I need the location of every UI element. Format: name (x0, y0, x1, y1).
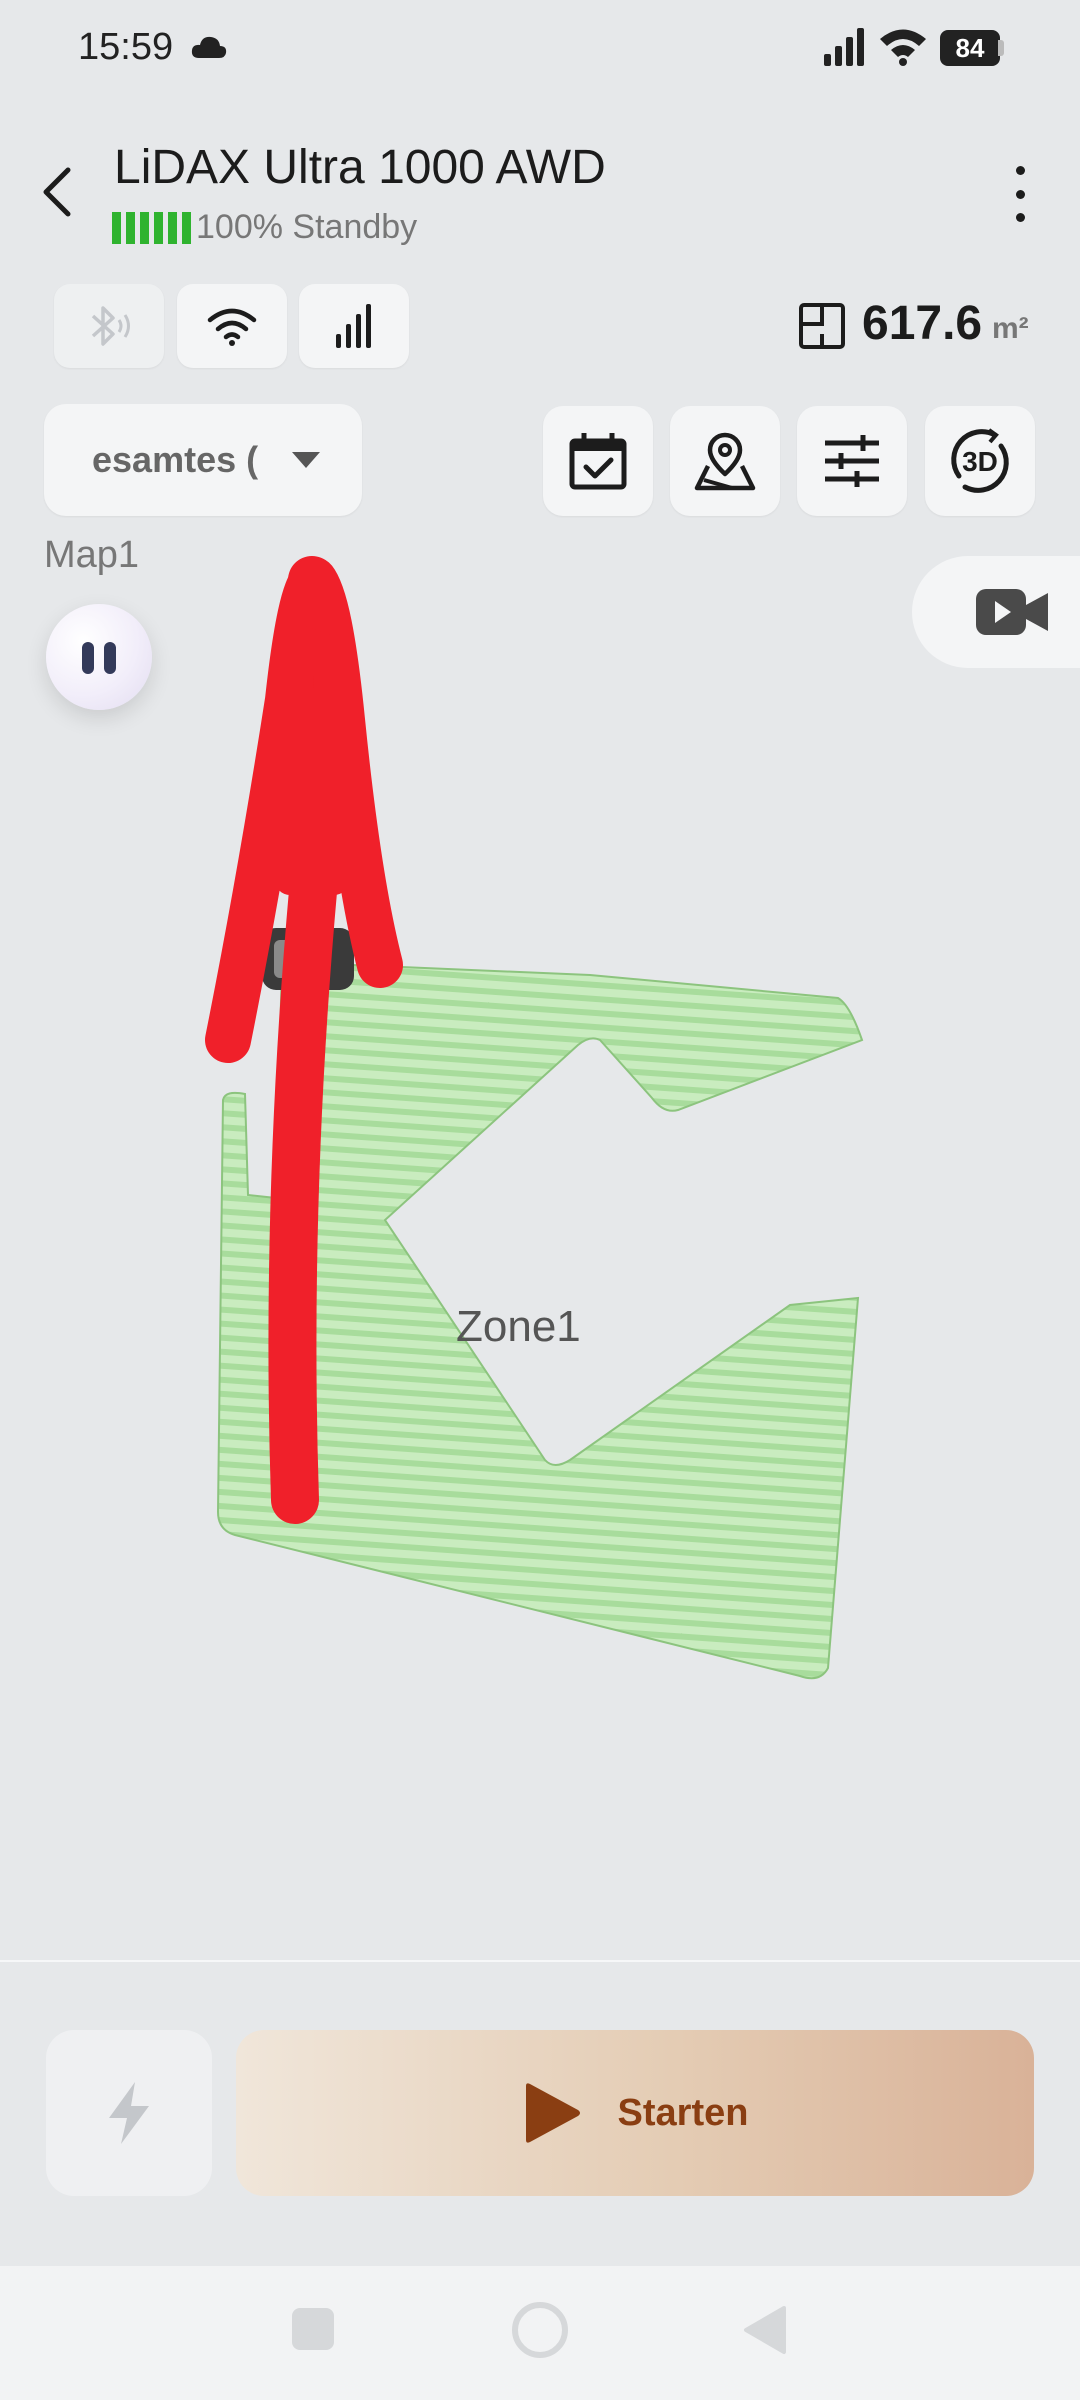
cellular-icon (336, 304, 371, 348)
battery-bar (182, 212, 191, 244)
start-mowing-button[interactable]: Starten (236, 2030, 1034, 2196)
wifi-icon (880, 29, 926, 66)
battery-bar (168, 212, 177, 244)
map-location-button[interactable] (670, 406, 780, 516)
battery-level-indicator (112, 212, 191, 244)
back-button[interactable] (40, 160, 84, 224)
battery-bar (154, 212, 163, 244)
avatar-eye (82, 642, 94, 674)
system-back-button[interactable] (740, 2304, 790, 2356)
assistant-avatar-button[interactable] (46, 604, 152, 710)
cloud-icon (191, 36, 227, 58)
mowing-area-unit: m² (992, 312, 1029, 345)
view-3d-button[interactable]: 3D (925, 406, 1035, 516)
rotate-3d-icon: 3D (951, 428, 1009, 493)
wifi-icon (207, 308, 257, 346)
bluetooth-status-button[interactable] (54, 284, 164, 368)
chevron-down-icon (292, 452, 320, 468)
calendar-check-icon (569, 433, 627, 490)
lightning-icon (109, 2082, 149, 2144)
device-title: LiDAX Ultra 1000 AWD (114, 141, 606, 194)
schedule-button[interactable] (543, 406, 653, 516)
dot (1015, 189, 1025, 199)
avatar-eye (104, 642, 116, 674)
dot (1015, 166, 1025, 175)
cellular-signal-icon (824, 28, 864, 66)
svg-text:3D: 3D (962, 446, 998, 477)
battery-bar (112, 212, 121, 244)
battery-icon: 84 (940, 30, 1000, 66)
wifi-status-button[interactable] (177, 284, 287, 368)
live-video-button[interactable] (912, 556, 1080, 668)
annotation-arrow (205, 556, 403, 1524)
battery-status-text: 100% Standby (196, 208, 418, 246)
sliders-icon (825, 435, 879, 487)
mowing-area-value: 617.6 (862, 297, 983, 350)
battery-nub (998, 40, 1004, 56)
mower-icon[interactable] (262, 928, 354, 990)
map-name-label: Map1 (44, 534, 140, 576)
zone-label: Zone1 (456, 1302, 581, 1351)
battery-bar (126, 212, 135, 244)
more-options-button[interactable] (1000, 166, 1040, 222)
battery-bar (140, 212, 149, 244)
map-selector-dropdown[interactable]: esamtes ( (44, 404, 362, 516)
cellular-status-button[interactable] (299, 284, 409, 368)
status-time: 15:59 (78, 26, 174, 68)
map-pin-icon (694, 432, 756, 491)
dot (1015, 213, 1025, 222)
video-camera-icon (976, 589, 1048, 635)
return-to-charge-button[interactable] (46, 2030, 212, 2196)
map-selector-value: esamtes ( (92, 439, 259, 480)
play-icon (525, 2083, 580, 2143)
mowing-settings-button[interactable] (797, 406, 907, 516)
bluetooth-icon (91, 306, 130, 346)
chevron-left-icon (43, 167, 71, 217)
area-icon (799, 303, 845, 349)
recents-button[interactable] (292, 2308, 334, 2350)
start-button-label: Starten (617, 2091, 749, 2134)
home-button[interactable] (512, 2302, 568, 2358)
